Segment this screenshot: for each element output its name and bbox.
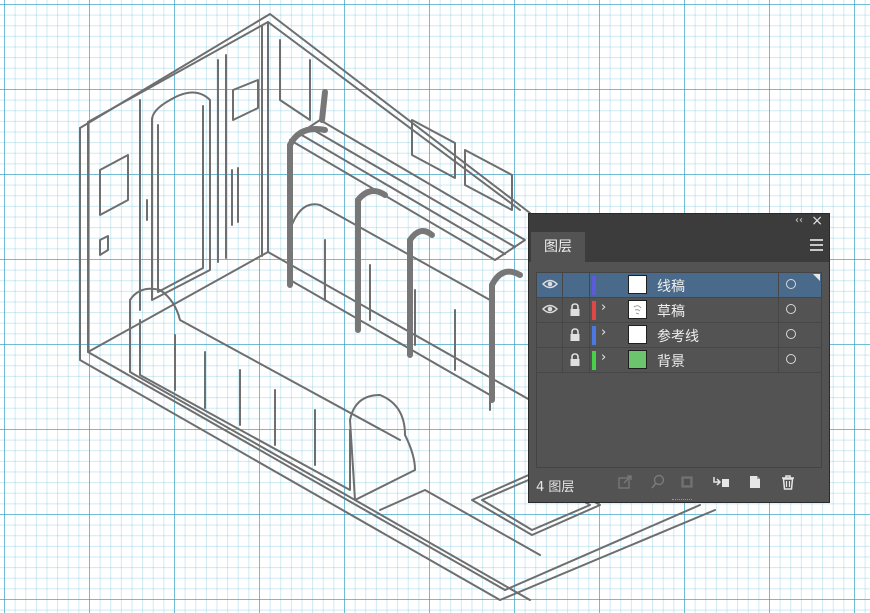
layer-color-bar: [592, 301, 596, 320]
eye-icon: [542, 304, 558, 314]
layer-row-guides[interactable]: › 参考线: [537, 323, 821, 348]
layer-target-circle[interactable]: [786, 304, 796, 314]
lock-icon: [570, 353, 580, 366]
lock-toggle[interactable]: [564, 348, 590, 372]
expand-chevron-icon[interactable]: ›: [601, 325, 606, 340]
panel-titlebar[interactable]: ‹‹ ×: [529, 213, 829, 232]
collapse-panel-button[interactable]: ‹‹: [795, 215, 803, 226]
layer-color-bar: [592, 351, 596, 370]
sublayer-icon[interactable]: [712, 474, 730, 490]
layer-name[interactable]: 草稿: [657, 301, 685, 321]
layer-thumbnail: [628, 300, 647, 319]
lock-toggle[interactable]: [564, 298, 590, 322]
visibility-toggle[interactable]: [537, 348, 563, 372]
new-layer-icon[interactable]: [747, 474, 763, 490]
hamburger-menu-icon[interactable]: [810, 239, 823, 252]
clipping-mask-icon[interactable]: [679, 474, 695, 490]
layer-target-circle[interactable]: [786, 279, 796, 289]
lock-icon: [570, 328, 580, 341]
layer-thumbnail: [628, 325, 647, 344]
layer-name[interactable]: 背景: [657, 351, 685, 371]
expand-chevron-icon[interactable]: ›: [601, 300, 606, 315]
layers-panel: ‹‹ × 图层 线稿 › 草稿 › 参考线 › 背景 4 图层: [528, 213, 830, 503]
eye-icon: [542, 279, 558, 289]
layer-row-background[interactable]: › 背景: [537, 348, 821, 373]
panel-footer: 4 图层: [529, 471, 829, 502]
tab-layers[interactable]: 图层: [531, 232, 585, 262]
selected-art-indicator: [813, 274, 820, 281]
expand-chevron-icon[interactable]: ›: [601, 350, 606, 365]
layer-name[interactable]: 线稿: [657, 276, 685, 296]
layer-target-circle[interactable]: [786, 329, 796, 339]
layer-target-circle[interactable]: [786, 354, 796, 364]
layer-row-line-art[interactable]: 线稿: [537, 273, 821, 298]
layer-name[interactable]: 参考线: [657, 326, 699, 346]
layer-thumbnail: [628, 275, 647, 294]
visibility-toggle[interactable]: [537, 298, 563, 322]
layer-list: 线稿 › 草稿 › 参考线 › 背景: [536, 272, 822, 468]
layer-color-bar: [592, 326, 596, 345]
export-icon[interactable]: [617, 474, 633, 490]
layer-row-sketch[interactable]: › 草稿: [537, 298, 821, 323]
layer-thumbnail: [628, 350, 647, 369]
search-icon[interactable]: [650, 474, 666, 490]
visibility-toggle[interactable]: [537, 323, 563, 347]
lock-icon: [570, 303, 580, 316]
resize-grip[interactable]: [672, 499, 692, 503]
lock-toggle[interactable]: [564, 273, 590, 297]
panel-tabbar: 图层: [529, 232, 829, 262]
close-panel-button[interactable]: ×: [811, 213, 823, 229]
delete-icon[interactable]: [780, 474, 796, 490]
layer-color-bar: [592, 276, 596, 295]
layer-count: 4 图层: [536, 480, 575, 495]
visibility-toggle[interactable]: [537, 273, 563, 297]
lock-toggle[interactable]: [564, 323, 590, 347]
